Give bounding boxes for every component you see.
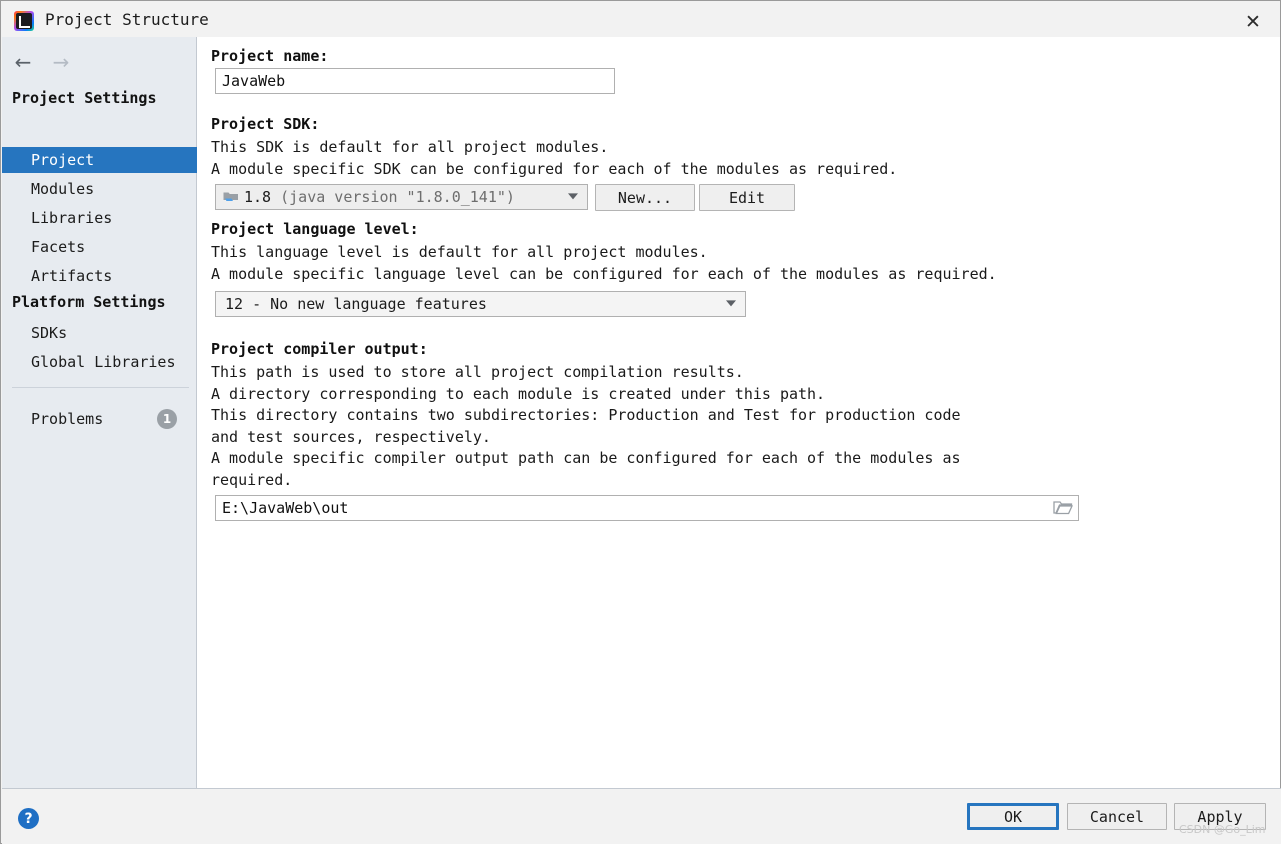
language-level-desc-line1: This language level is default for all p…	[211, 243, 708, 261]
sidebar-item-label: Problems	[31, 410, 104, 428]
sdk-detail: (java version "1.8.0_141")	[280, 188, 515, 206]
compiler-output-desc-line1: This path is used to store all project c…	[211, 363, 744, 381]
project-sdk-label: Project SDK:	[211, 115, 320, 133]
chevron-down-icon	[568, 193, 578, 200]
sidebar-item-sdks[interactable]: SDKs	[2, 320, 197, 346]
compiler-output-label: Project compiler output:	[211, 340, 428, 358]
project-name-input[interactable]	[215, 68, 615, 94]
help-icon[interactable]: ?	[18, 808, 39, 829]
folder-icon[interactable]	[1053, 499, 1073, 517]
project-sdk-value: 1.8 (java version "1.8.0_141")	[244, 188, 515, 206]
sidebar-item-label: Project	[31, 151, 95, 169]
compiler-output-desc-line2: A directory corresponding to each module…	[211, 385, 826, 403]
problems-count-badge: 1	[157, 409, 177, 429]
edit-sdk-button[interactable]: Edit	[699, 184, 795, 211]
project-sdk-combobox[interactable]: 1.8 (java version "1.8.0_141")	[215, 184, 588, 210]
new-sdk-button[interactable]: New...	[595, 184, 695, 211]
chevron-down-icon	[726, 300, 736, 307]
compiler-output-desc-line4: and test sources, respectively.	[211, 428, 491, 446]
sidebar-item-facets[interactable]: Facets	[2, 234, 197, 260]
ok-button[interactable]: OK	[967, 803, 1059, 830]
sidebar-group-project-settings: Project Settings	[12, 89, 157, 107]
compiler-output-desc-line5: A module specific compiler output path c…	[211, 449, 961, 467]
close-icon[interactable]: ✕	[1240, 9, 1266, 35]
navigation-arrows: ← →	[12, 50, 72, 74]
sidebar-item-project[interactable]: Project	[2, 147, 197, 173]
sidebar-item-label: Artifacts	[31, 267, 113, 285]
sidebar-group-platform-settings: Platform Settings	[12, 293, 166, 311]
sidebar-item-label: Modules	[31, 180, 95, 198]
project-sdk-desc-line1: This SDK is default for all project modu…	[211, 138, 609, 156]
compiler-output-field-wrapper	[215, 495, 1079, 521]
watermark: CSDN @Go_Lim	[1179, 823, 1266, 836]
sidebar-item-label: Facets	[31, 238, 86, 256]
sidebar-divider	[12, 387, 189, 388]
language-level-desc-line2: A module specific language level can be …	[211, 265, 997, 283]
project-name-label: Project name:	[211, 47, 329, 65]
back-arrow-icon[interactable]: ←	[12, 50, 34, 74]
sidebar-item-global-libraries[interactable]: Global Libraries	[2, 349, 197, 375]
title-bar: Project Structure ✕	[1, 1, 1280, 41]
sidebar-item-modules[interactable]: Modules	[2, 176, 197, 202]
jdk-module-icon	[223, 192, 238, 201]
project-structure-dialog: Project Structure ✕ ← → Project Settings…	[0, 0, 1281, 844]
language-level-label: Project language level:	[211, 220, 419, 238]
project-settings-panel: Project name: Project SDK: This SDK is d…	[197, 37, 1280, 788]
intellij-idea-logo-icon	[14, 11, 34, 31]
language-level-value: 12 - No new language features	[225, 295, 487, 313]
language-level-combobox[interactable]: 12 - No new language features	[215, 291, 746, 317]
sidebar-item-artifacts[interactable]: Artifacts	[2, 263, 197, 289]
cancel-button[interactable]: Cancel	[1067, 803, 1167, 830]
sidebar-item-problems[interactable]: Problems 1	[2, 406, 197, 432]
forward-arrow-icon[interactable]: →	[50, 50, 72, 74]
project-sdk-desc-line2: A module specific SDK can be configured …	[211, 160, 898, 178]
sidebar-item-label: SDKs	[31, 324, 68, 342]
compiler-output-desc-line6: required.	[211, 471, 293, 489]
sidebar-item-libraries[interactable]: Libraries	[2, 205, 197, 231]
dialog-footer: ? OK Cancel Apply	[2, 789, 1281, 844]
compiler-output-desc-line3: This directory contains two subdirectori…	[211, 406, 961, 424]
sdk-version: 1.8	[244, 188, 272, 206]
sidebar-item-label: Libraries	[31, 209, 113, 227]
settings-sidebar: ← → Project Settings Project Modules Lib…	[2, 37, 197, 788]
sidebar-item-label: Global Libraries	[31, 353, 176, 371]
compiler-output-input[interactable]	[216, 496, 1054, 520]
window-title: Project Structure	[45, 10, 209, 29]
